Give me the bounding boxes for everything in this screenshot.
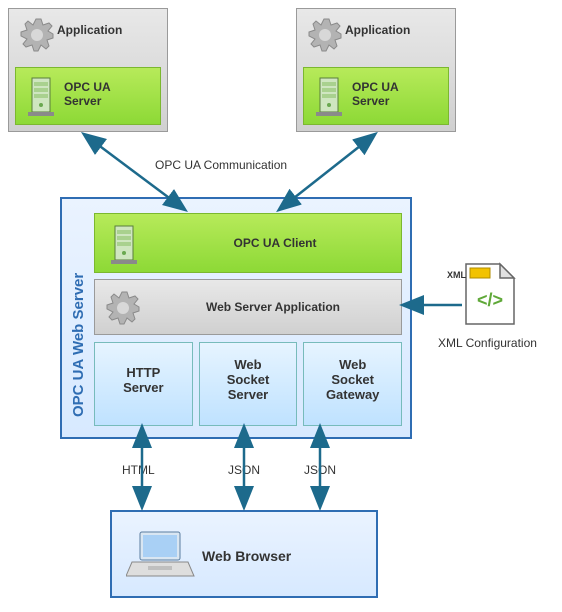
- side-title: OPC UA Web Server: [70, 273, 87, 417]
- svg-text:</>: </>: [477, 290, 503, 310]
- server-tower-icon: [22, 74, 62, 120]
- transport-json-1: JSON: [228, 463, 260, 477]
- web-browser-label: Web Browser: [202, 548, 372, 564]
- application-box-2: Application OPC UA Server: [296, 8, 456, 132]
- http-server-box: HTTP Server: [94, 342, 193, 426]
- transport-html: HTML: [122, 463, 155, 477]
- laptop-icon: [126, 528, 196, 584]
- application-box-1: Application OPC UA Server: [8, 8, 168, 132]
- protocol-label: HTTP Server: [95, 365, 192, 395]
- protocol-row: HTTP Server Web Socket Server Web Socket…: [94, 342, 402, 426]
- application-label: Application: [57, 23, 165, 37]
- xml-config-label: XML Configuration: [438, 336, 537, 350]
- opcua-web-server-box: OPC UA Web Server OPC UA Client Web Serv…: [60, 197, 412, 439]
- web-socket-server-box: Web Socket Server: [199, 342, 298, 426]
- opcua-client-label: OPC UA Client: [155, 236, 395, 250]
- server-tower-icon: [105, 222, 145, 268]
- web-server-app-label: Web Server Application: [151, 300, 395, 314]
- xml-file-icon: </>: [460, 260, 520, 330]
- gear-icon: [17, 15, 57, 55]
- transport-json-2: JSON: [304, 463, 336, 477]
- gear-icon: [103, 288, 143, 328]
- opcua-server-label: OPC UA Server: [64, 80, 158, 108]
- server-tower-icon: [310, 74, 350, 120]
- protocol-label: Web Socket Server: [200, 357, 297, 402]
- web-browser-box: Web Browser: [110, 510, 378, 598]
- opcua-server-box-2: OPC UA Server: [303, 67, 449, 125]
- communication-label: OPC UA Communication: [155, 158, 287, 172]
- web-socket-gateway-box: Web Socket Gateway: [303, 342, 402, 426]
- diagram-canvas: Application OPC UA Server Application OP…: [0, 0, 562, 612]
- application-label: Application: [345, 23, 453, 37]
- xml-tag: XML: [447, 270, 466, 280]
- opcua-server-box-1: OPC UA Server: [15, 67, 161, 125]
- protocol-label: Web Socket Gateway: [304, 357, 401, 402]
- opcua-client-box: OPC UA Client: [94, 213, 402, 273]
- gear-icon: [305, 15, 345, 55]
- opcua-server-label: OPC UA Server: [352, 80, 446, 108]
- web-server-app-box: Web Server Application: [94, 279, 402, 335]
